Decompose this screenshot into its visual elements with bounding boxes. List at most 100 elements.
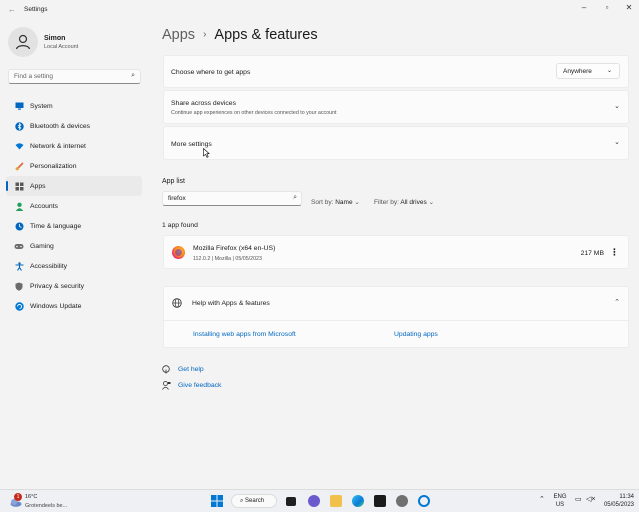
sidebar-item-accounts[interactable]: Accounts [6,196,142,216]
sidebar-item-label: Network & internet [30,142,86,150]
volume-muted-icon[interactable]: ◁× [586,496,595,504]
find-setting-placeholder: Find a setting [14,73,54,80]
clock[interactable]: 11:34 05/05/2023 [602,493,634,509]
app-search-value: firefox [168,195,186,202]
chevron-right-icon: › [203,29,207,40]
breadcrumb: Apps › Apps & features [162,27,318,43]
sidebar-item-time-language[interactable]: Time & language [6,216,142,236]
avatar [8,27,38,57]
shield-icon [14,281,24,291]
choose-apps-source-card: Choose where to get apps Anywhere ⌄ [163,55,629,88]
network-icon[interactable]: ▭ [575,496,582,504]
give-feedback-link[interactable]: Give feedback [162,381,221,390]
sidebar-item-system[interactable]: System [6,96,142,116]
chevron-up-icon[interactable]: ⌃ [614,298,620,306]
brush-icon [14,161,24,171]
user-icon [15,34,31,50]
firefox-icon [172,246,185,259]
app-details: 112.0.2 | Mozilla | 05/05/2023 [193,256,262,262]
chevron-down-icon: ⌄ [428,199,435,206]
sort-label: Sort by: [311,199,334,206]
sort-dropdown[interactable]: Sort by: Name ⌄ [311,198,360,206]
clock-date: 05/05/2023 [603,502,634,508]
sidebar-item-accessibility[interactable]: Accessibility [6,256,142,276]
chat-icon[interactable] [308,495,320,507]
app-size: 217 MB [580,250,604,257]
sidebar-item-windows-update[interactable]: Windows Update [6,296,142,316]
user-account-type: Local Account [44,44,79,50]
get-help-label: Get help [178,366,204,373]
apps-source-dropdown[interactable]: Anywhere ⌄ [556,63,620,79]
app-list-heading: App list [162,178,185,185]
weather-temperature: 16°C [25,494,38,500]
bluetooth-icon [14,121,24,131]
monitor-icon [14,101,24,111]
sidebar-item-label: System [30,102,53,110]
choose-apps-source-label: Choose where to get apps [171,69,251,76]
search-icon[interactable]: ⌕ [131,72,135,80]
file-explorer-icon[interactable] [330,495,342,507]
sidebar-item-label: Privacy & security [30,282,85,290]
edge-browser-icon[interactable] [352,495,364,507]
chevron-down-icon[interactable]: ⌄ [614,138,620,146]
sidebar-item-label: Personalization [30,162,77,170]
language-indicator[interactable]: ENG US [553,493,567,509]
title-bar: ← Settings – ▫ ✕ [0,0,639,20]
list-item[interactable]: Mozilla Firefox (x64 en-US) 112.0.2 | Mo… [163,235,629,269]
help-card-header[interactable]: Help with Apps & features ⌃ [164,287,628,321]
region-code: US [555,502,565,508]
minimize-button[interactable]: – [577,3,591,12]
sidebar-item-label: Gaming [30,242,54,250]
chevron-down-icon[interactable]: ⌄ [614,102,620,110]
sidebar-item-network[interactable]: Network & internet [6,136,142,156]
link-install-web-apps[interactable]: Installing web apps from Microsoft [193,331,296,338]
taskbar: 1 16°C Grotendeels be... ⌕ Search ⌃ ENG … [0,489,639,512]
page-title: Apps & features [214,27,318,43]
sidebar-item-bluetooth[interactable]: Bluetooth & devices [6,116,142,136]
store-icon[interactable] [374,495,386,507]
give-feedback-label: Give feedback [178,382,222,389]
taskbar-search-button[interactable]: ⌕ Search [231,494,277,508]
filter-dropdown[interactable]: Filter by: All drives ⌄ [374,198,434,206]
link-updating-apps[interactable]: Updating apps [394,331,438,338]
sidebar-item-label: Time & language [30,222,82,230]
sort-value: Name [335,199,353,206]
search-icon[interactable]: ⌕ [293,194,297,202]
help-icon [162,365,172,374]
feedback-icon [162,381,172,390]
share-across-devices-card[interactable]: Share across devices Continue app experi… [163,90,629,124]
apps-found-count: 1 app found [162,222,198,229]
get-help-link[interactable]: Get help [162,365,204,374]
more-options-icon[interactable]: ⋮ [610,247,619,258]
app-search-input[interactable]: firefox ⌕ [162,191,302,206]
close-button[interactable]: ✕ [622,3,636,12]
help-card: Help with Apps & features ⌃ Installing w… [163,286,629,348]
app-name: Mozilla Firefox (x64 en-US) [193,245,276,252]
app-icon[interactable] [418,495,430,507]
sidebar-item-privacy-security[interactable]: Privacy & security [6,276,142,296]
wifi-icon [14,141,24,151]
back-arrow-icon[interactable]: ← [8,5,16,14]
sidebar-item-gaming[interactable]: Gaming [6,236,142,256]
more-settings-card[interactable]: More settings ⌄ [163,126,629,160]
maximize-button[interactable]: ▫ [600,3,614,12]
share-across-devices-label: Share across devices [171,100,236,107]
sidebar-item-apps[interactable]: Apps [6,176,142,196]
notification-badge: 1 [14,493,22,501]
task-view-icon[interactable] [286,497,296,506]
chevron-up-icon[interactable]: ⌃ [539,496,545,504]
sidebar-nav: System Bluetooth & devices Network & int… [6,96,142,316]
chevron-down-icon: ⌄ [354,199,360,206]
sidebar-item-personalization[interactable]: Personalization [6,156,142,176]
language-code: ENG [553,494,567,500]
find-setting-input[interactable]: Find a setting ⌕ [8,69,141,84]
sidebar-item-label: Windows Update [30,302,82,310]
windows-start-icon[interactable] [211,495,223,507]
person-icon [14,201,24,211]
globe-clock-icon [14,221,24,231]
chevron-down-icon: ⌄ [606,68,612,74]
filter-label: Filter by: [374,199,399,206]
breadcrumb-parent[interactable]: Apps [162,27,195,43]
mouse-cursor-icon [203,148,210,158]
settings-gear-icon[interactable] [396,495,408,507]
